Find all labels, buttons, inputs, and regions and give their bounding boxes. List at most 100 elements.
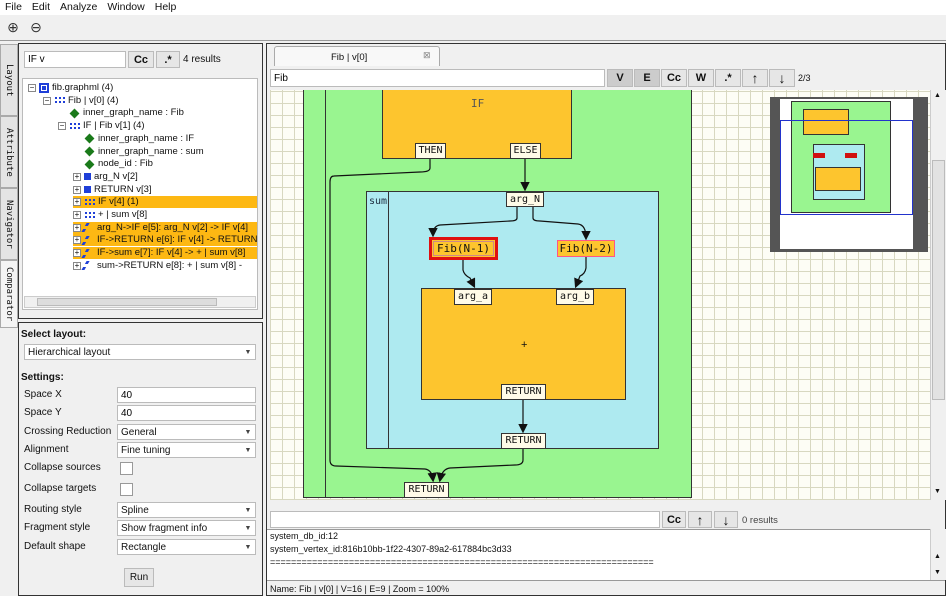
edge-icon: [81, 235, 97, 245]
scroll-down-icon[interactable]: ▼: [934, 569, 941, 576]
expand-icon[interactable]: +: [73, 211, 81, 219]
collapse-icon[interactable]: −: [43, 96, 51, 105]
attribute-icon: [84, 146, 95, 157]
regex-button[interactable]: .*: [156, 51, 180, 68]
tree-item-label: IF | Fib v[1] (4): [83, 120, 145, 132]
graph-search-input[interactable]: [270, 69, 605, 87]
tree-item[interactable]: + + | sum v[8]: [73, 209, 147, 221]
collapse-targets-checkbox[interactable]: [120, 483, 133, 496]
tree-search-input[interactable]: [24, 51, 126, 68]
case-button[interactable]: Cc: [662, 511, 686, 528]
next-button[interactable]: ↓: [769, 69, 795, 87]
tree-item[interactable]: + arg_N->IF e[5]: arg_N v[2] -> IF v[4]: [73, 221, 257, 234]
expand-icon[interactable]: +: [73, 172, 81, 181]
expand-icon[interactable]: +: [73, 236, 81, 245]
previous-button[interactable]: ↑: [742, 69, 768, 87]
collapse-targets-label: Collapse targets: [24, 483, 97, 494]
scroll-down-icon[interactable]: ▼: [934, 488, 941, 495]
space-y-label: Space Y: [24, 407, 62, 418]
previous-button[interactable]: ↑: [688, 511, 712, 528]
fragment-select[interactable]: Show fragment info ▼: [117, 520, 256, 536]
minimap[interactable]: [770, 97, 928, 252]
scrollbar-thumb[interactable]: [932, 160, 945, 400]
menu-analyze[interactable]: Analyze: [55, 0, 102, 15]
space-y-input[interactable]: [117, 405, 256, 421]
properties-scrollbar[interactable]: ▲ ▼: [930, 529, 946, 580]
expand-icon[interactable]: +: [73, 249, 81, 258]
zoom-in-icon[interactable]: ⊕: [3, 17, 23, 37]
tree-item[interactable]: + IF v[4] (1): [73, 196, 257, 209]
properties-search-input[interactable]: [270, 511, 660, 528]
expand-icon[interactable]: +: [73, 261, 81, 270]
tab-comparator[interactable]: Comparator: [0, 260, 18, 328]
crossing-select[interactable]: General ▼: [117, 424, 256, 440]
scroll-up-icon[interactable]: ▲: [934, 92, 941, 99]
graph-canvas[interactable]: IF THEN ELSE sum arg_N Fib(N-1) Fib(N-2)…: [270, 90, 930, 500]
chevron-down-icon: ▼: [244, 428, 252, 436]
scroll-up-icon[interactable]: ▲: [934, 553, 941, 560]
tab-title: Fib | v[0]: [331, 52, 368, 63]
zoom-out-icon[interactable]: ⊖: [26, 17, 46, 37]
regex-button[interactable]: .*: [715, 69, 741, 87]
scrollbar-thumb[interactable]: [37, 298, 217, 306]
group-node-icon: [84, 210, 95, 220]
tree-item-label: arg_N v[2]: [94, 170, 138, 182]
tree-item-label: Fib | v[0] (4): [68, 94, 119, 106]
tree-item[interactable]: + RETURN v[3]: [73, 184, 152, 196]
edge-icon: [81, 261, 97, 271]
tab-navigator[interactable]: Navigator: [0, 188, 18, 260]
tree-item[interactable]: + IF->sum e[7]: IF v[4] -> + | sum v[8]: [73, 247, 257, 260]
menu-window[interactable]: Window: [102, 0, 149, 15]
tab-fib[interactable]: Fib | v[0] ⊠: [274, 46, 440, 66]
expand-icon[interactable]: +: [73, 185, 81, 194]
tree-item[interactable]: + arg_N v[2]: [73, 171, 138, 183]
tab-attribute[interactable]: Attribute: [0, 116, 18, 188]
tree-item[interactable]: − fib.graphml (4): [28, 82, 113, 94]
tree-horizontal-scrollbar[interactable]: [24, 296, 256, 308]
layout-select[interactable]: Hierarchical layout ▼: [24, 344, 256, 360]
tree-item[interactable]: + sum->RETURN e[8]: + | sum v[8] -: [73, 260, 242, 272]
next-button[interactable]: ↓: [714, 511, 738, 528]
tree-item-label: inner_graph_name : IF: [98, 132, 195, 144]
close-icon[interactable]: ⊠: [423, 50, 431, 61]
tree-item-label: IF->sum e[7]: IF v[4] -> + | sum v[8]: [97, 247, 246, 259]
collapse-icon[interactable]: −: [58, 122, 66, 131]
edge-icon: [81, 223, 97, 233]
canvas-vertical-scrollbar[interactable]: ▲ ▼: [930, 90, 946, 500]
menu-help[interactable]: Help: [150, 0, 182, 15]
routing-select[interactable]: Spline ▼: [117, 502, 256, 518]
alignment-select[interactable]: Fine tuning ▼: [117, 442, 256, 458]
case-button[interactable]: Cc: [128, 51, 154, 68]
space-x-label: Space X: [24, 389, 62, 400]
expand-icon[interactable]: +: [73, 223, 81, 232]
tree-item[interactable]: node_id : Fib: [73, 158, 153, 170]
tree-item[interactable]: − Fib | v[0] (4): [43, 95, 119, 107]
fragment-value: Show fragment info: [121, 522, 208, 534]
collapse-sources-checkbox[interactable]: [120, 462, 133, 475]
shape-select[interactable]: Rectangle ▼: [117, 539, 256, 555]
minimap-viewport[interactable]: [780, 120, 913, 215]
toolbar: ⊕ ⊖: [0, 15, 946, 41]
expand-icon[interactable]: +: [73, 198, 81, 207]
whole-word-button[interactable]: W: [688, 69, 714, 87]
collapse-icon[interactable]: −: [28, 84, 36, 92]
edge-then-return: [329, 159, 438, 483]
tree-item[interactable]: inner_graph_name : Fib: [58, 107, 184, 119]
tree-item[interactable]: − IF | Fib v[1] (4): [58, 120, 145, 132]
properties-text[interactable]: system_db_id:12 system_vertex_id:816b10b…: [267, 529, 945, 580]
run-button[interactable]: Run: [124, 568, 154, 587]
case-button[interactable]: Cc: [661, 69, 687, 87]
tree-item-label: fib.graphml (4): [52, 82, 114, 93]
tree-item[interactable]: inner_graph_name : sum: [73, 146, 204, 158]
tab-layout[interactable]: Layout: [0, 44, 18, 116]
menu-file[interactable]: File: [0, 0, 27, 15]
tree-view: − fib.graphml (4) − Fib | v[0] (4) inner_gra…: [22, 78, 258, 310]
tree-item[interactable]: inner_graph_name : IF: [73, 133, 194, 145]
tree-item[interactable]: + IF->RETURN e[6]: IF v[4] -> RETURN: [73, 234, 257, 247]
menu-edit[interactable]: Edit: [27, 0, 55, 15]
vertex-filter-button[interactable]: V: [607, 69, 633, 87]
tree-item-label: arg_N->IF e[5]: arg_N v[2] -> IF v[4]: [97, 221, 249, 233]
space-x-input[interactable]: [117, 387, 256, 403]
edge-filter-button[interactable]: E: [634, 69, 660, 87]
crossing-value: General: [121, 426, 157, 438]
